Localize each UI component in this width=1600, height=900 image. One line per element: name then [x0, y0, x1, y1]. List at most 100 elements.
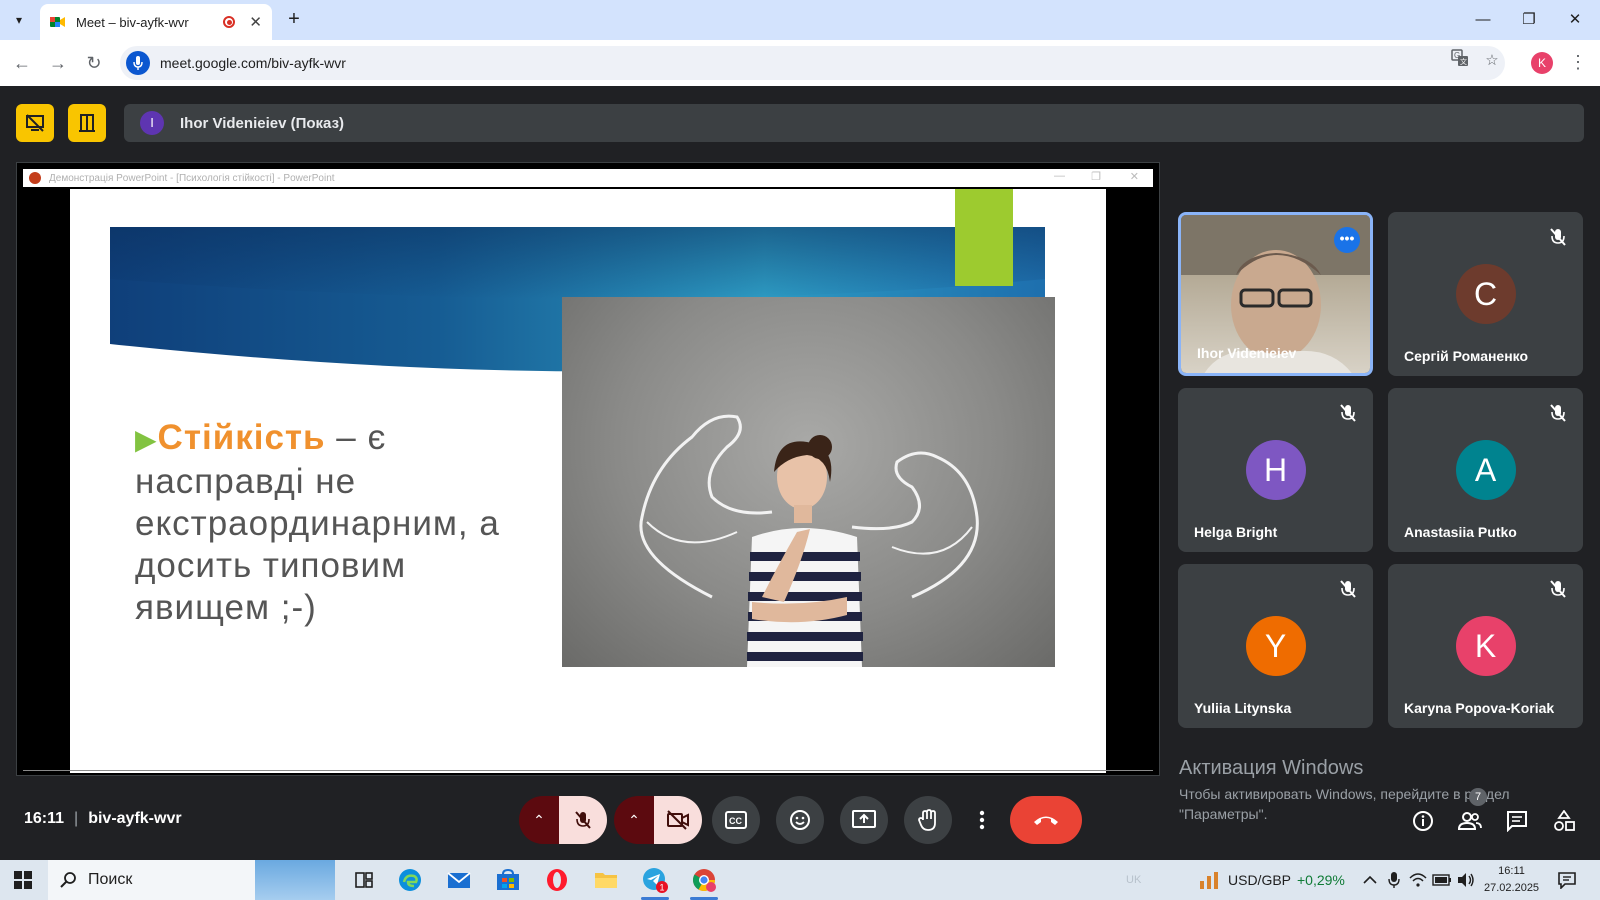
- participant-avatar: A: [1455, 440, 1516, 500]
- more-options-icon[interactable]: [968, 796, 996, 844]
- camera-off-icon: [667, 810, 689, 830]
- forward-arrow-icon[interactable]: →: [46, 51, 70, 75]
- participant-tile-4[interactable]: Y Yuliia Litynska: [1178, 564, 1373, 728]
- activation-line1: Чтобы активировать Windows, перейдите в …: [1179, 786, 1510, 802]
- slide-accent-block: [955, 189, 1013, 286]
- mic-in-use-icon[interactable]: [126, 51, 150, 75]
- task-view-icon[interactable]: [350, 866, 378, 894]
- mail-icon[interactable]: [445, 866, 473, 894]
- leave-call-button[interactable]: [1010, 796, 1082, 844]
- participant-avatar: Y: [1245, 616, 1306, 676]
- mic-control-group: ⌃: [519, 796, 607, 844]
- browser-menu-icon[interactable]: ⋮: [1568, 52, 1588, 74]
- participant-tile-1[interactable]: С Сергій Романенко: [1388, 212, 1583, 376]
- camera-toggle-button[interactable]: [654, 796, 702, 844]
- address-bar[interactable]: meet.google.com/biv-ayfk-wvr: [120, 46, 1505, 80]
- slide-highlight-word: Стійкість: [157, 418, 326, 457]
- url-text: meet.google.com/biv-ayfk-wvr: [160, 55, 346, 71]
- activities-icon[interactable]: [1551, 808, 1577, 834]
- slide-bullet-arrow-icon: ▶: [135, 424, 158, 455]
- participant-avatar: K: [1455, 616, 1516, 676]
- hand-icon: [918, 809, 936, 831]
- meeting-info: 16:11 | biv-ayfk-wvr: [24, 810, 182, 828]
- window-minimize-icon[interactable]: —: [1468, 8, 1498, 32]
- svg-text:文: 文: [1460, 57, 1467, 66]
- participant-avatar: С: [1455, 264, 1516, 324]
- reactions-button[interactable]: [776, 796, 824, 844]
- mic-off-icon: [1337, 578, 1359, 600]
- browser-tab-meet[interactable]: Meet – biv-ayfk-wvr ✕: [40, 4, 272, 40]
- pin-layout-icon[interactable]: [68, 104, 106, 142]
- meet-favicon-icon: [50, 15, 66, 29]
- ppt-minimize-icon: —: [1054, 170, 1065, 182]
- windows-start-icon[interactable]: [14, 871, 32, 894]
- participant-name: Anastasiia Putko: [1404, 524, 1517, 540]
- participant-name: Ihor Videnieiev: [1197, 345, 1297, 361]
- video-settings-chevron-icon[interactable]: ⌃: [614, 796, 654, 844]
- audio-settings-chevron-icon[interactable]: ⌃: [519, 796, 559, 844]
- keyboard-language[interactable]: UK: [1126, 874, 1141, 886]
- edge-icon[interactable]: [396, 866, 424, 894]
- captions-button[interactable]: CC: [712, 796, 760, 844]
- taskbar-clock[interactable]: 16:11 27.02.2025: [1484, 863, 1539, 897]
- mic-off-icon: [1547, 402, 1569, 424]
- hide-presentation-icon[interactable]: [16, 104, 54, 142]
- back-arrow-icon[interactable]: ←: [10, 51, 34, 75]
- ppt-window-title: Демонстрація PowerPoint - [Психологія ст…: [49, 172, 335, 184]
- clock-time: 16:11: [1498, 865, 1525, 877]
- chat-icon[interactable]: [1504, 808, 1530, 834]
- currency-chart-icon[interactable]: [1195, 866, 1223, 894]
- camera-control-group: ⌃: [614, 796, 702, 844]
- slide-body-text: ▶Стійкість – є насправді не екстраордина…: [135, 417, 535, 629]
- translate-icon[interactable]: G文: [1448, 49, 1472, 73]
- slide-photo-woman-muscles: [562, 297, 1055, 667]
- search-icon: [60, 872, 76, 888]
- participant-tile-2[interactable]: H Helga Bright: [1178, 388, 1373, 552]
- activation-title: Активация Windows: [1179, 757, 1364, 779]
- window-close-icon[interactable]: ✕: [1560, 8, 1590, 32]
- telegram-icon[interactable]: 1: [641, 866, 669, 894]
- participant-tile-3[interactable]: A Anastasiia Putko: [1388, 388, 1583, 552]
- bookmark-star-icon[interactable]: ☆: [1480, 49, 1504, 73]
- window-restore-icon[interactable]: ❐: [1514, 8, 1544, 32]
- mic-toggle-button[interactable]: [559, 796, 607, 844]
- recording-indicator-icon: [223, 16, 236, 28]
- tab-title: Meet – biv-ayfk-wvr: [76, 14, 189, 30]
- windows-taskbar: Поиск 1 UK USD/GBP +0,29% 16:11 27.02.20…: [0, 860, 1600, 900]
- emoji-icon: [790, 810, 810, 830]
- raise-hand-button[interactable]: [904, 796, 952, 844]
- presenter-banner: I Ihor Videnieiev (Показ): [124, 104, 1584, 142]
- taskbar-search-label: Поиск: [88, 871, 133, 888]
- new-tab-plus-icon[interactable]: +: [282, 8, 306, 32]
- participant-name: Yuliia Litynska: [1194, 700, 1292, 716]
- reload-icon[interactable]: ↻: [82, 51, 106, 75]
- notifications-icon[interactable]: [1553, 866, 1581, 894]
- shared-screen-divider: [23, 770, 1153, 771]
- participant-name: Karyna Popova-Koriak: [1404, 700, 1555, 716]
- people-icon[interactable]: [1457, 808, 1483, 834]
- mic-off-icon: [1337, 402, 1359, 424]
- ticker-label: USD/GBP: [1228, 872, 1292, 888]
- opera-icon[interactable]: [543, 866, 571, 894]
- participant-tile-0[interactable]: ••• Ihor Videnieiev: [1178, 212, 1373, 376]
- volume-icon[interactable]: [1452, 866, 1480, 894]
- participant-more-options-icon[interactable]: •••: [1334, 227, 1360, 253]
- meeting-details-icon[interactable]: [1410, 808, 1436, 834]
- browser-tab-bar: ▾ Meet – biv-ayfk-wvr ✕ + — ❐ ✕: [0, 0, 1600, 40]
- participant-name: Helga Bright: [1194, 524, 1278, 540]
- file-explorer-icon[interactable]: [592, 866, 620, 894]
- powerpoint-icon: [29, 172, 41, 184]
- present-screen-button[interactable]: [840, 796, 888, 844]
- browser-toolbar: ← → ↻ meet.google.com/biv-ayfk-wvr G文 ☆ …: [0, 40, 1600, 86]
- participant-tile-5[interactable]: K Karyna Popova-Koriak: [1388, 564, 1583, 728]
- profile-avatar[interactable]: K: [1531, 52, 1553, 74]
- meeting-time: 16:11: [24, 810, 65, 827]
- chrome-icon[interactable]: [690, 866, 718, 894]
- tab-search-chevron-icon[interactable]: ▾: [6, 8, 32, 32]
- clock-date: 27.02.2025: [1484, 882, 1540, 894]
- ppt-close-icon: ✕: [1129, 171, 1139, 183]
- microsoft-store-icon[interactable]: [494, 866, 522, 894]
- people-count-badge: 7: [1469, 788, 1487, 806]
- tab-close-icon[interactable]: ✕: [249, 13, 262, 31]
- taskbar-search-box[interactable]: Поиск: [48, 860, 335, 900]
